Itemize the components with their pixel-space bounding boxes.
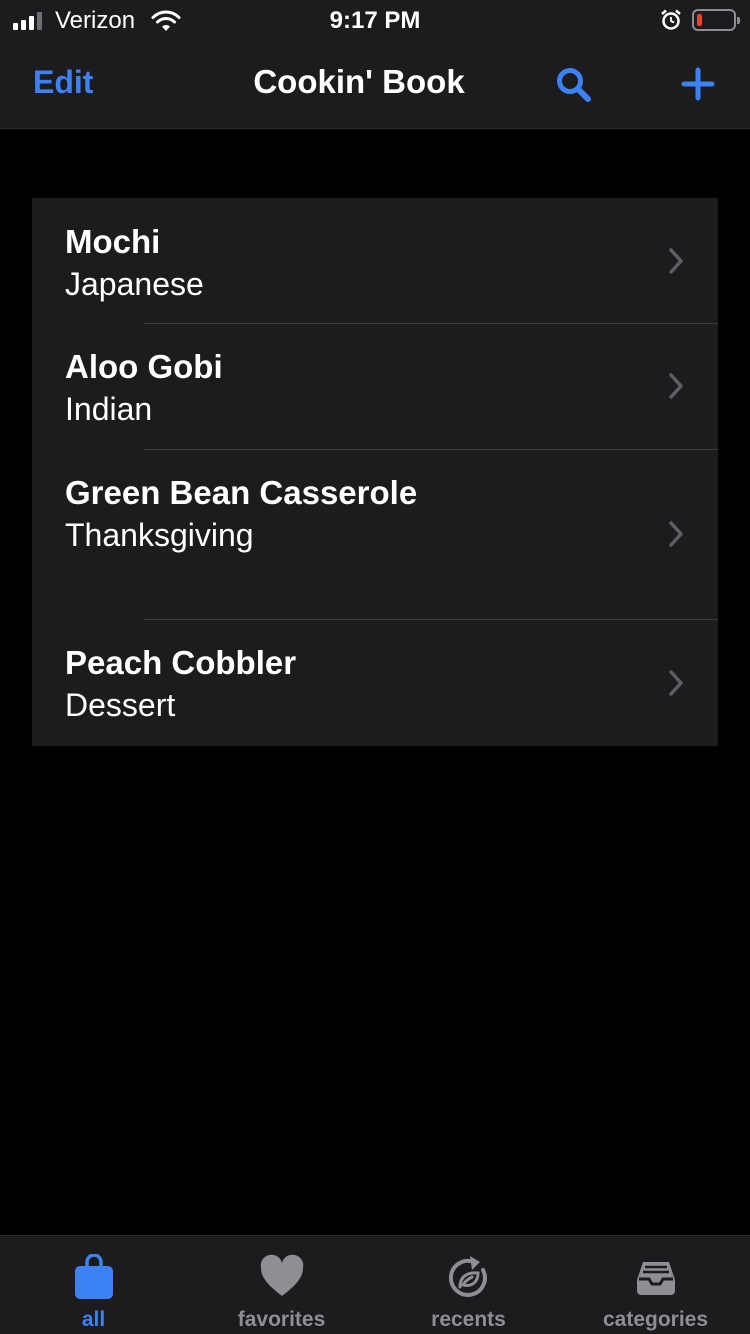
tab-label: categories <box>602 1308 709 1331</box>
heart-icon <box>260 1254 303 1296</box>
navigation-bar: Edit Cookin' Book <box>0 40 750 129</box>
status-bar: Verizon 9:17 PM <box>0 0 750 40</box>
tab-label: favorites <box>237 1308 326 1331</box>
bag-icon <box>74 1254 113 1299</box>
recipe-category: Thanksgiving <box>65 517 254 553</box>
chevron-right-icon <box>669 521 683 547</box>
tab-recents[interactable]: recents <box>375 1236 562 1334</box>
tray-icon <box>636 1262 675 1295</box>
battery-icon <box>692 9 740 31</box>
recipe-list: Mochi Japanese Aloo Gobi Indian Green Be… <box>32 198 718 746</box>
chevron-right-icon <box>669 669 683 696</box>
tab-categories[interactable]: categories <box>562 1236 749 1334</box>
recipe-name: Mochi <box>65 223 161 260</box>
recents-icon <box>448 1256 487 1297</box>
recipe-name: Aloo Gobi <box>65 348 223 385</box>
recipe-category: Japanese <box>65 266 204 302</box>
page-title: Cookin' Book <box>253 63 465 100</box>
recipe-name: Green Bean Casserole <box>65 474 418 511</box>
recipe-category: Indian <box>65 391 153 427</box>
tab-bar: all favorites recents categories <box>0 1235 750 1334</box>
recipe-row[interactable]: Aloo Gobi Indian <box>32 323 718 449</box>
tab-label: all <box>81 1308 106 1331</box>
recipe-row[interactable]: Peach Cobbler Dessert <box>32 619 718 746</box>
chevron-right-icon <box>669 247 683 274</box>
recipe-row[interactable]: Mochi Japanese <box>32 198 718 323</box>
status-time: 9:17 PM <box>329 7 421 34</box>
search-icon[interactable] <box>555 66 593 104</box>
recipe-row[interactable]: Green Bean Casserole Thanksgiving <box>32 449 718 619</box>
alarm-icon <box>661 9 681 30</box>
chevron-right-icon <box>669 373 683 399</box>
recipe-category: Dessert <box>65 687 176 723</box>
recipe-name: Peach Cobbler <box>65 644 297 681</box>
tab-label: recents <box>431 1308 506 1331</box>
tab-favorites[interactable]: favorites <box>188 1236 375 1334</box>
tab-all[interactable]: all <box>0 1236 187 1334</box>
plus-icon[interactable] <box>681 67 715 101</box>
